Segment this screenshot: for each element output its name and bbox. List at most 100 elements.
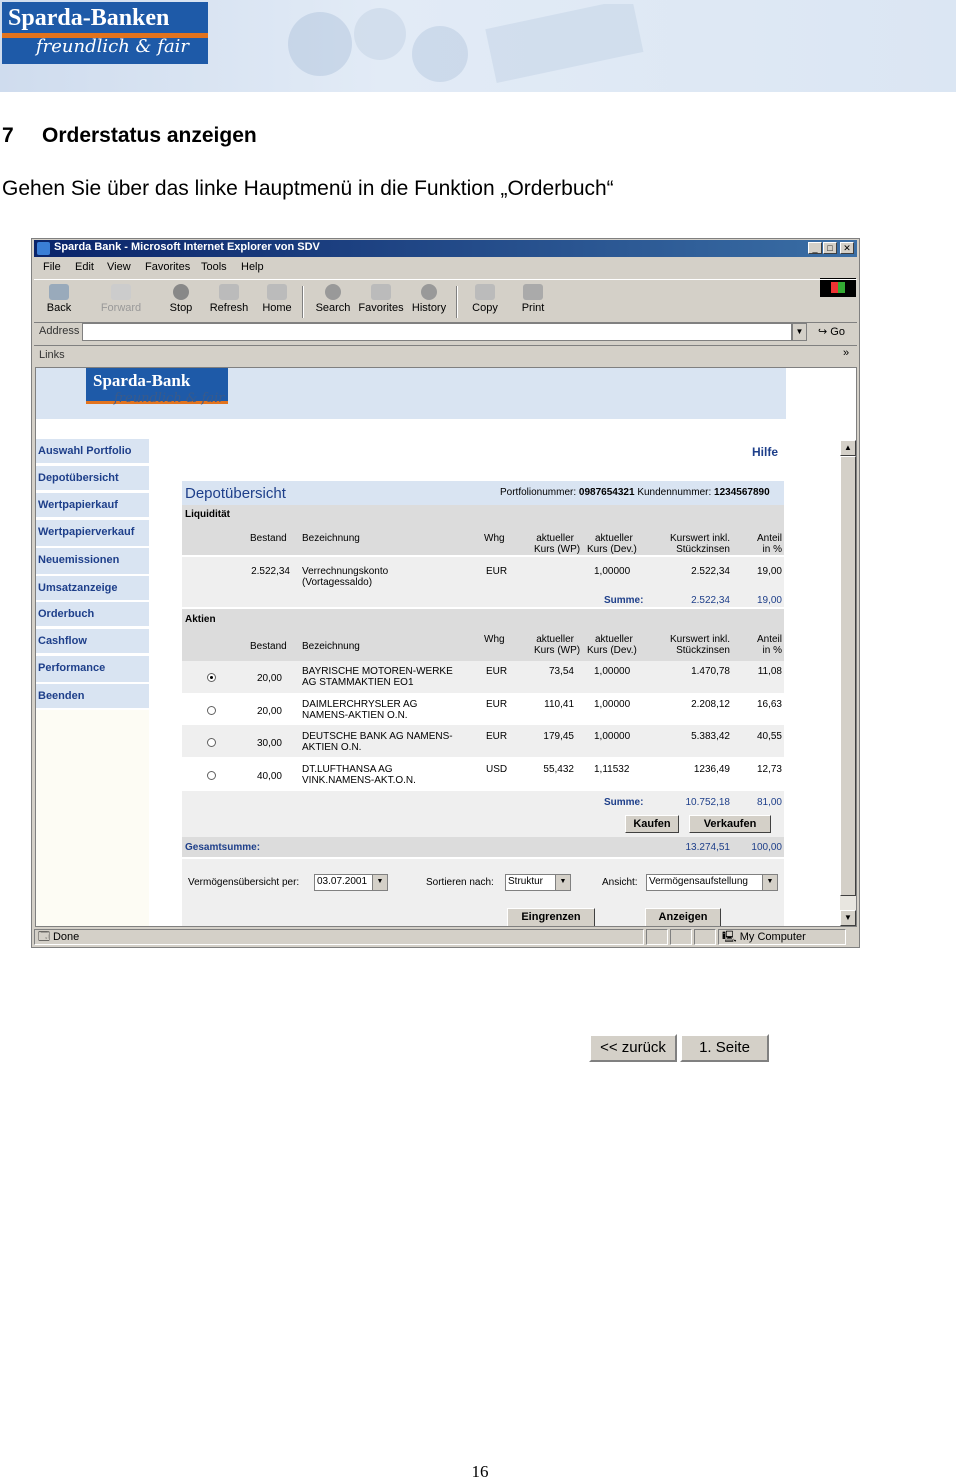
col-kurs-dev-line1: aktueller (595, 533, 633, 544)
stop-button[interactable]: Stop (158, 284, 204, 314)
back-button[interactable]: Back (36, 284, 82, 314)
nav-auswahl-portfolio[interactable]: Auswahl Portfolio (36, 439, 149, 465)
share-kurs-dev: 1,00000 (594, 699, 631, 710)
nav-neuemissionen[interactable]: Neuemissionen (36, 548, 149, 576)
maximize-icon[interactable]: □ (823, 242, 837, 254)
nav-umsatzanzeige[interactable]: Umsatzanzeige (36, 576, 149, 602)
menu-file[interactable]: File (43, 261, 61, 273)
liq-name: Verrechnungskonto (Vortagessaldo) (302, 566, 388, 588)
share-whg: EUR (486, 731, 508, 742)
liq-name-line1: Verrechnungskonto (302, 566, 389, 577)
col-kurswert: Kurswert inkl. Stückzinsen (662, 634, 730, 656)
nav-beenden[interactable]: Beenden (36, 684, 149, 710)
liquidity-label: Liquidität (185, 509, 230, 520)
nav-performance[interactable]: Performance (36, 656, 149, 684)
copy-button[interactable]: Copy (462, 284, 508, 314)
home-icon (267, 284, 287, 300)
go-button[interactable]: ↪ Go (818, 325, 845, 338)
anzeigen-button[interactable]: Anzeigen (645, 908, 721, 926)
view-value: Vermögensaufstellung (649, 876, 748, 887)
col-anteil-line1: Anteil (756, 533, 782, 544)
copy-icon (475, 284, 495, 300)
window-title: Sparda Bank - Microsoft Internet Explore… (54, 241, 320, 253)
history-icon (421, 284, 437, 300)
refresh-button[interactable]: Refresh (206, 284, 252, 314)
back-page-button[interactable]: << zurück (589, 1034, 677, 1062)
view-select[interactable]: Vermögensaufstellung ▼ (646, 874, 778, 891)
share-name: BAYRISCHE MOTOREN-WERKE AG STAMMAKTIEN EO… (302, 666, 453, 688)
share-kurswert: 1.470,78 (691, 666, 730, 677)
address-input[interactable] (82, 323, 792, 341)
nav-orderbuch[interactable]: Orderbuch (36, 602, 149, 628)
share-kurs-dev: 1,11532 (594, 764, 630, 775)
date-select[interactable]: 03.07.2001 ▼ (314, 874, 388, 891)
home-button[interactable]: Home (254, 284, 300, 314)
customer-number: 1234567890 (714, 487, 770, 498)
menu-edit[interactable]: Edit (75, 261, 94, 273)
first-page-button[interactable]: 1. Seite (680, 1034, 769, 1062)
scroll-thumb[interactable] (840, 456, 856, 896)
liq-kurs-dev: 1,00000 (594, 566, 631, 577)
col-kurs-dev-line2: Kurs (Dev.) (587, 645, 637, 656)
nav-depotuebersicht[interactable]: Depotübersicht (36, 466, 149, 492)
col-whg: Whg (484, 634, 505, 645)
page-content: Sparda-Bank freundlich & fair Auswahl Po… (35, 367, 857, 927)
col-kurs-wp-line2: Kurs (WP) (534, 645, 581, 656)
scrollbar[interactable]: ▲ ▼ (840, 440, 856, 926)
share-kurs-wp: 55,432 (543, 764, 574, 775)
forward-button[interactable]: Forward (98, 284, 144, 314)
col-bezeichnung: Bezeichnung (302, 533, 360, 544)
close-icon[interactable]: ✕ (840, 242, 854, 254)
col-kurs-wp-line1: aktueller (536, 634, 574, 645)
total-kurswert: 13.274,51 (685, 842, 731, 853)
share-kurs-wp: 179,45 (543, 731, 574, 742)
status-done: Done (52, 931, 80, 943)
col-kurs-wp-line2: Kurs (WP) (534, 544, 581, 555)
eingrenzen-button[interactable]: Eingrenzen (507, 908, 595, 926)
favorites-icon (371, 284, 391, 300)
help-link[interactable]: Hilfe (752, 445, 778, 459)
portfolio-number: 0987654321 (578, 487, 635, 498)
share-radio[interactable] (207, 706, 216, 715)
home-label: Home (262, 302, 292, 314)
share-name-line1: DAIMLERCHRYSLER AG (302, 699, 418, 710)
col-kurs-wp: aktueller Kurs (WP) (534, 533, 580, 555)
history-button[interactable]: History (406, 284, 452, 314)
scroll-down-icon[interactable]: ▼ (840, 910, 856, 926)
col-kurswert-line2: Stückzinsen (676, 544, 730, 555)
share-radio[interactable] (207, 673, 216, 682)
kaufen-button[interactable]: Kaufen (625, 815, 679, 833)
address-dropdown-icon[interactable]: ▼ (792, 323, 807, 341)
nav-wertpapierverkauf[interactable]: Wertpapierverkauf (36, 520, 149, 548)
share-radio[interactable] (207, 738, 216, 747)
sort-label: Sortieren nach: (426, 877, 494, 888)
links-more-icon[interactable]: » (843, 347, 849, 359)
verkaufen-button[interactable]: Verkaufen (689, 815, 771, 833)
print-button[interactable]: Print (510, 284, 556, 314)
coins-image (288, 4, 644, 84)
minimize-icon[interactable]: _ (808, 242, 822, 254)
links-label[interactable]: Links (39, 349, 65, 361)
favorites-button[interactable]: Favorites (358, 284, 404, 314)
share-name-line2: AG STAMMAKTIEN EO1 (302, 677, 414, 688)
menu-view[interactable]: View (107, 261, 131, 273)
liq-sum-anteil: 19,00 (756, 595, 782, 606)
favorites-label: Favorites (358, 302, 404, 314)
menu-favorites[interactable]: Favorites (145, 261, 190, 273)
nav-wertpapierkauf[interactable]: Wertpapierkauf (36, 493, 149, 519)
search-button[interactable]: Search (310, 284, 356, 314)
col-anteil-line2: in % (762, 645, 782, 656)
nav-cashflow[interactable]: Cashflow (36, 629, 149, 655)
sort-select[interactable]: Struktur ▼ (505, 874, 571, 891)
portfolio-label: Portfolionummer: (500, 487, 577, 498)
share-radio[interactable] (207, 771, 216, 780)
share-kurs-dev: 1,00000 (594, 666, 631, 677)
col-kurswert: Kurswert inkl. Stückzinsen (662, 533, 730, 555)
scroll-up-icon[interactable]: ▲ (840, 440, 856, 456)
share-kurs-wp: 110,41 (544, 699, 574, 710)
menu-help[interactable]: Help (241, 261, 264, 273)
liq-sum-kurswert: 2.522,34 (691, 595, 730, 606)
links-bar: Links » (34, 345, 857, 366)
menu-tools[interactable]: Tools (201, 261, 227, 273)
share-bestand: 20,00 (256, 673, 282, 684)
